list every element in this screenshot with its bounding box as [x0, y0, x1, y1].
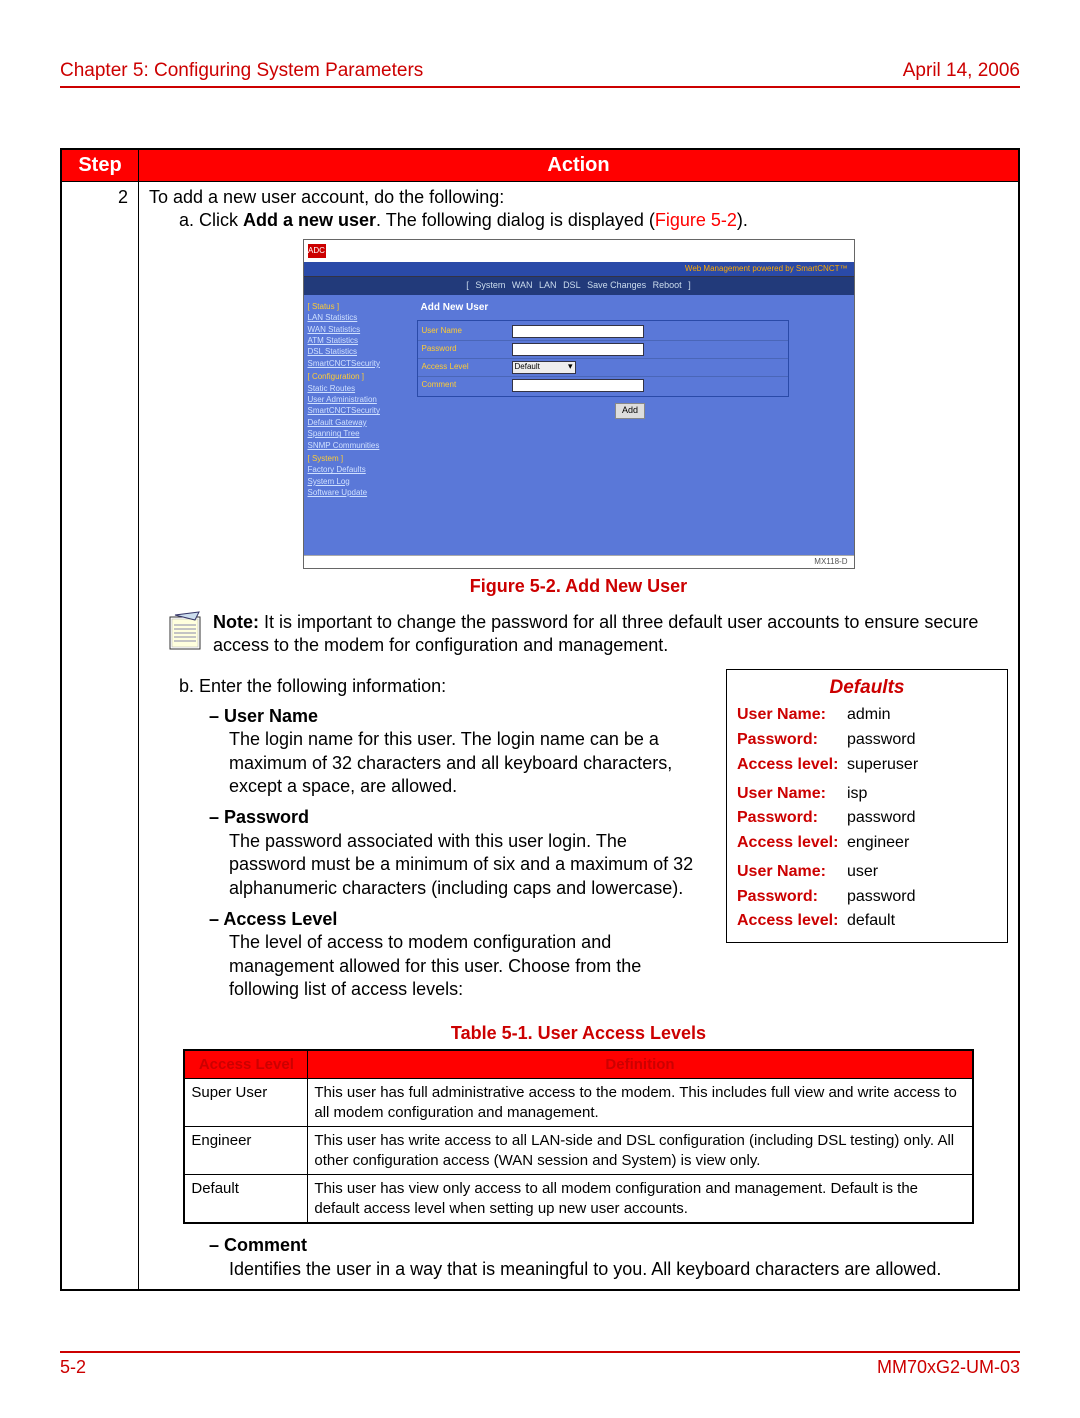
sidebar-item[interactable]: Spanning Tree [308, 429, 403, 439]
step-action-table: Step Action 2 To add a new user account,… [60, 148, 1020, 1291]
step-header: Step [61, 149, 139, 182]
defaults-box: Defaults User Name:admin Password:passwo… [726, 669, 1008, 943]
nav-wan[interactable]: WAN [512, 280, 533, 290]
step-number: 2 [61, 182, 139, 1291]
form-label-comment: Comment [422, 380, 512, 390]
action-cell: To add a new user account, do the follow… [139, 182, 1020, 1291]
table-row: Default This user has view only access t… [184, 1175, 972, 1224]
sidebar-item[interactable]: User Administration [308, 395, 403, 405]
adc-logo-icon: ADC [308, 244, 326, 258]
sidebar-item[interactable]: Static Routes [308, 384, 403, 394]
note-block: Note: It is important to change the pass… [169, 611, 1008, 658]
field-desc-password: The password associated with this user l… [229, 830, 708, 900]
sidebar-section-status: [ Status ] [308, 302, 403, 312]
defaults-title: Defaults [737, 676, 997, 701]
header-date: April 14, 2006 [903, 60, 1020, 82]
nav-save[interactable]: Save Changes [587, 280, 646, 290]
figure-navbar: [ System WAN LAN DSL Save Changes Reboot… [304, 277, 854, 295]
add-button[interactable]: Add [615, 403, 645, 419]
form-label-access: Access Level [422, 362, 512, 372]
username-input[interactable] [512, 325, 644, 338]
field-desc-access: The level of access to modem configurati… [229, 931, 708, 1001]
field-desc-username: The login name for this user. The login … [229, 728, 708, 798]
note-icon [169, 611, 203, 651]
sidebar-item[interactable]: Software Update [308, 488, 403, 498]
figure-ref-link[interactable]: Figure 5-2 [655, 210, 737, 230]
intro-line: To add a new user account, do the follow… [149, 186, 1008, 209]
page-footer: 5-2 MM70xG2-UM-03 [60, 1351, 1020, 1378]
figure-model: MX118-D [304, 555, 854, 568]
access-levels-table: Access Level Definition Super User This … [183, 1049, 973, 1225]
figure-caption: Figure 5-2. Add New User [149, 575, 1008, 598]
figure-form-title: Add New User [421, 301, 844, 314]
password-input[interactable] [512, 343, 644, 356]
action-header: Action [139, 149, 1020, 182]
figure-5-2: ADC Web Management powered by SmartCNCT™… [303, 239, 855, 569]
nav-system[interactable]: System [475, 280, 505, 290]
figure-titlebar: ADC [304, 240, 854, 262]
field-label-comment: Comment [209, 1234, 1008, 1257]
access-level-select[interactable]: Default [512, 361, 576, 374]
sidebar-item[interactable]: SNMP Communities [308, 441, 403, 451]
sidebar-section-system: [ System ] [308, 454, 403, 464]
sidebar-item[interactable]: DSL Statistics [308, 347, 403, 357]
chapter-title: Chapter 5: Configuring System Parameters [60, 60, 423, 82]
field-desc-comment: Identifies the user in a way that is mea… [229, 1258, 1008, 1281]
form-label-username: User Name [422, 326, 512, 336]
sidebar-item[interactable]: Default Gateway [308, 418, 403, 428]
table-row: Super User This user has full administra… [184, 1079, 972, 1127]
access-header-def: Definition [308, 1050, 973, 1079]
note-text: It is important to change the password f… [213, 612, 978, 655]
page-number: 5-2 [60, 1357, 86, 1378]
field-label-password: Password [209, 806, 708, 829]
comment-input[interactable] [512, 379, 644, 392]
sidebar-item[interactable]: Factory Defaults [308, 465, 403, 475]
table-row: Engineer This user has write access to a… [184, 1127, 972, 1175]
access-header-level: Access Level [184, 1050, 308, 1079]
sidebar-section-config: [ Configuration ] [308, 372, 403, 382]
page-header: Chapter 5: Configuring System Parameters… [60, 60, 1020, 88]
nav-dsl[interactable]: DSL [563, 280, 581, 290]
nav-lan[interactable]: LAN [539, 280, 557, 290]
sidebar-item[interactable]: System Log [308, 477, 403, 487]
sidebar-item[interactable]: LAN Statistics [308, 313, 403, 323]
nav-reboot[interactable]: Reboot [653, 280, 682, 290]
sidebar-item[interactable]: ATM Statistics [308, 336, 403, 346]
doc-id: MM70xG2-UM-03 [877, 1357, 1020, 1378]
powered-by: Web Management powered by SmartCNCT™ [304, 262, 854, 277]
sidebar-item[interactable]: WAN Statistics [308, 325, 403, 335]
field-label-access: Access Level [209, 908, 708, 931]
form-label-password: Password [422, 344, 512, 354]
add-user-form: User Name Password Access Level Default [417, 320, 789, 397]
note-label: Note: [213, 612, 259, 632]
sidebar-item[interactable]: SmartCNCTSecurity [308, 359, 403, 369]
figure-sidebar: [ Status ] LAN Statistics WAN Statistics… [304, 295, 407, 555]
table-caption: Table 5-1. User Access Levels [149, 1022, 1008, 1045]
field-label-username: User Name [209, 705, 708, 728]
sidebar-item[interactable]: SmartCNCTSecurity [308, 406, 403, 416]
step-a: a. Click Add a new user. The following d… [149, 209, 1008, 232]
